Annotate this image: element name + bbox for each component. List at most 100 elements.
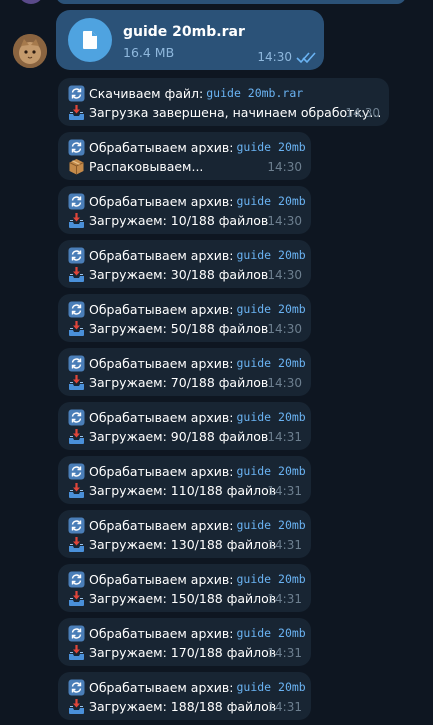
archive-name: guide 20mb: [236, 356, 306, 370]
message-line-status: Обрабатываем архив: guide 20mb: [68, 299, 306, 319]
progress-text: Загружаем: 90/188 файлов: [89, 428, 269, 444]
message-line-progress: Загружаем: 188/188 файлов: [68, 696, 276, 716]
refresh-icon: [68, 355, 85, 371]
progress-text: Загружаем: 70/188 файлов: [89, 374, 269, 390]
message-line-progress: Загружаем: 150/188 файлов: [68, 588, 276, 608]
message-time: 14:31: [267, 646, 302, 660]
message-time: 14:31: [267, 592, 302, 606]
bot-message[interactable]: Обрабатываем архив: guide 20mb Загружаем: …: [58, 564, 311, 612]
refresh-icon: [68, 625, 85, 641]
message-line-progress: Загружаем: 10/188 файлов: [68, 210, 268, 230]
bot-message[interactable]: Обрабатываем архив: guide 20mb Загружаем: …: [58, 510, 311, 558]
message-line-status: Обрабатываем архив: guide 20mb: [68, 623, 306, 643]
previous-avatar: [18, 0, 44, 4]
previous-message-bubble: [56, 0, 406, 4]
double-check-icon: [296, 52, 316, 64]
message-line-status: Обрабатываем архив: guide 20mb: [68, 569, 306, 589]
message-time: 14:30: [345, 106, 380, 120]
progress-text: Загружаем: 30/188 файлов: [89, 266, 269, 282]
archive-name: guide 20mb: [236, 518, 306, 532]
message-line-progress: Загружаем: 170/188 файлов: [68, 642, 276, 662]
message-line-status: Обрабатываем архив: guide 20mb: [68, 407, 306, 427]
bot-message[interactable]: Обрабатываем архив: guide 20mb Загружаем: …: [58, 672, 311, 720]
bot-message[interactable]: Обрабатываем архив: guide 20mb Загружаем: …: [58, 186, 311, 234]
message-time: 14:30: [267, 160, 302, 174]
message-time: 14:30: [267, 322, 302, 336]
message-time: 14:31: [267, 538, 302, 552]
message-time: 14:30: [267, 214, 302, 228]
status-label: Скачиваем файл:: [89, 85, 204, 101]
file-download-button[interactable]: [68, 18, 112, 62]
status-label: Обрабатываем архив:: [89, 625, 234, 641]
refresh-icon: [68, 301, 85, 317]
archive-name: guide 20mb: [236, 248, 306, 262]
refresh-icon: [68, 679, 85, 695]
refresh-icon: [68, 571, 85, 587]
message-time: 14:31: [267, 430, 302, 444]
inbox-tray-icon: [69, 320, 84, 336]
cat-avatar-image: [13, 34, 47, 68]
bot-message[interactable]: Скачиваем файл: guide 20mb.rar Загрузка за…: [58, 78, 389, 126]
bot-message[interactable]: Обрабатываем архив: guide 20mb Загружаем: …: [58, 240, 311, 288]
message-line-progress: Загружаем: 50/188 файлов: [68, 318, 268, 338]
inbox-tray-icon: [69, 266, 84, 282]
refresh-icon: [68, 463, 85, 479]
message-line-progress: Загружаем: 90/188 файлов: [68, 426, 268, 446]
bot-message[interactable]: Обрабатываем архив: guide 20mb Загружаем: …: [58, 294, 311, 342]
message-line-status: Обрабатываем архив: guide 20mb: [68, 515, 306, 535]
file-message[interactable]: guide 20mb.rar 16.4 MB 14:30: [56, 10, 324, 70]
progress-text: Загружаем: 188/188 файлов: [89, 698, 277, 714]
inbox-tray-icon: [69, 428, 84, 444]
document-icon: [83, 31, 97, 49]
status-label: Обрабатываем архив:: [89, 571, 234, 587]
status-label: Обрабатываем архив:: [89, 247, 234, 263]
file-name: guide 20mb.rar: [123, 24, 245, 40]
message-time: 14:30: [257, 50, 292, 64]
progress-text: Загружаем: 130/188 файлов: [89, 536, 277, 552]
archive-name: guide 20mb: [236, 302, 306, 316]
archive-name: guide 20mb: [236, 680, 306, 694]
refresh-icon: [68, 409, 85, 425]
status-label: Обрабатываем архив:: [89, 679, 234, 695]
archive-name: guide 20mb: [236, 194, 306, 208]
refresh-icon: [68, 139, 85, 155]
message-line-progress: Загружаем: 110/188 файлов: [68, 480, 276, 500]
archive-name: guide 20mb: [236, 140, 306, 154]
message-line-progress: Загружаем: 130/188 файлов: [68, 534, 276, 554]
message-line-status: Скачиваем файл: guide 20mb.rar: [68, 83, 303, 103]
file-size: 16.4 MB: [123, 45, 175, 60]
status-label: Обрабатываем архив:: [89, 463, 234, 479]
message-time: 14:31: [267, 700, 302, 714]
refresh-icon: [68, 517, 85, 533]
refresh-icon: [68, 85, 85, 101]
message-line-progress: Загружаем: 70/188 файлов: [68, 372, 268, 392]
progress-text: Загружаем: 150/188 файлов: [89, 590, 277, 606]
message-time: 14:30: [267, 268, 302, 282]
bot-message[interactable]: Обрабатываем архив: guide 20mb Загружаем: …: [58, 618, 311, 666]
refresh-icon: [68, 193, 85, 209]
inbox-tray-icon: [69, 374, 84, 390]
message-line-status: Обрабатываем архив: guide 20mb: [68, 677, 306, 697]
archive-name: guide 20mb.rar: [206, 86, 304, 100]
message-line-status: Обрабатываем архив: guide 20mb: [68, 461, 306, 481]
status-label: Обрабатываем архив:: [89, 193, 234, 209]
archive-name: guide 20mb: [236, 572, 306, 586]
bot-message[interactable]: Обрабатываем архив: guide 20mb Загружаем: …: [58, 402, 311, 450]
progress-text: Распаковываем...: [89, 158, 204, 174]
bot-message[interactable]: Обрабатываем архив: guide 20mb Загружаем: …: [58, 456, 311, 504]
refresh-icon: [68, 247, 85, 263]
inbox-tray-icon: [69, 212, 84, 228]
archive-name: guide 20mb: [236, 626, 306, 640]
message-line-progress: Распаковываем...: [68, 156, 203, 176]
archive-name: guide 20mb: [236, 464, 306, 478]
inbox-tray-icon: [69, 698, 84, 714]
message-time: 14:31: [267, 484, 302, 498]
message-time: 14:30: [267, 376, 302, 390]
bot-message[interactable]: Обрабатываем архив: guide 20mb Распаковыва…: [58, 132, 311, 180]
sender-avatar[interactable]: [13, 34, 47, 68]
bot-message[interactable]: Обрабатываем архив: guide 20mb Загружаем: …: [58, 348, 311, 396]
package-icon: [69, 158, 84, 174]
message-line-status: Обрабатываем архив: guide 20mb: [68, 191, 306, 211]
progress-text: Загружаем: 10/188 файлов: [89, 212, 269, 228]
status-label: Обрабатываем архив:: [89, 517, 234, 533]
